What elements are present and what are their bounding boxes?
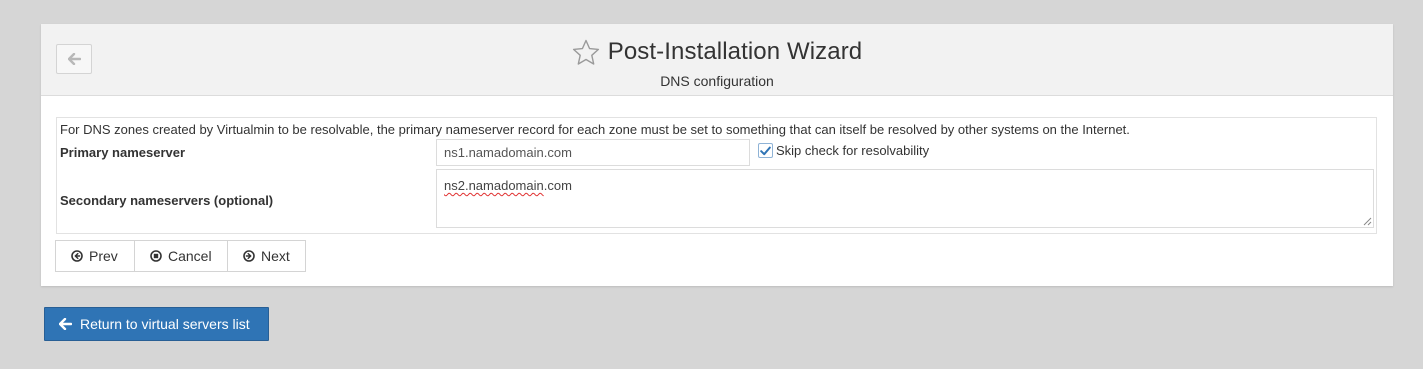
secondary-value-misspelled: ns2.namadomain <box>444 178 544 193</box>
skip-check-checkbox[interactable] <box>758 143 773 158</box>
return-to-servers-button[interactable]: Return to virtual servers list <box>44 307 269 341</box>
dns-form: For DNS zones created by Virtualmin to b… <box>56 117 1377 234</box>
circle-arrow-right-icon <box>243 250 255 262</box>
return-button-label: Return to virtual servers list <box>80 316 250 332</box>
form-description: For DNS zones created by Virtualmin to b… <box>60 122 1130 137</box>
wizard-panel: Post-Installation Wizard DNS configurati… <box>41 24 1393 286</box>
cancel-button[interactable]: Cancel <box>134 241 227 271</box>
circle-stop-icon <box>150 250 162 262</box>
secondary-nameservers-label: Secondary nameservers (optional) <box>60 193 274 208</box>
secondary-value-suffix: .com <box>543 178 572 193</box>
prev-button[interactable]: Prev <box>56 241 134 271</box>
page-title: Post-Installation Wizard <box>607 38 863 65</box>
primary-nameserver-label: Primary nameserver <box>60 145 186 160</box>
skip-check-label[interactable]: Skip check for resolvability <box>776 143 929 158</box>
next-button[interactable]: Next <box>227 241 305 271</box>
next-label: Next <box>261 248 290 264</box>
prev-label: Prev <box>89 248 118 264</box>
secondary-nameservers-textarea[interactable]: ns2.namadomain.com <box>436 169 1374 228</box>
page-subtitle: DNS configuration <box>660 72 774 89</box>
star-outline-icon[interactable] <box>572 39 600 66</box>
circle-arrow-left-icon <box>71 250 83 262</box>
cancel-label: Cancel <box>168 248 212 264</box>
panel-header: Post-Installation Wizard DNS configurati… <box>41 24 1393 96</box>
title-area: Post-Installation Wizard DNS configurati… <box>41 36 1393 89</box>
checkmark-icon <box>760 146 771 155</box>
wizard-button-group: Prev Cancel Next <box>55 240 306 272</box>
resize-grip-icon[interactable] <box>1363 217 1372 226</box>
arrow-left-icon <box>59 318 72 330</box>
primary-nameserver-input[interactable]: ns1.namadomain.com <box>436 139 750 166</box>
